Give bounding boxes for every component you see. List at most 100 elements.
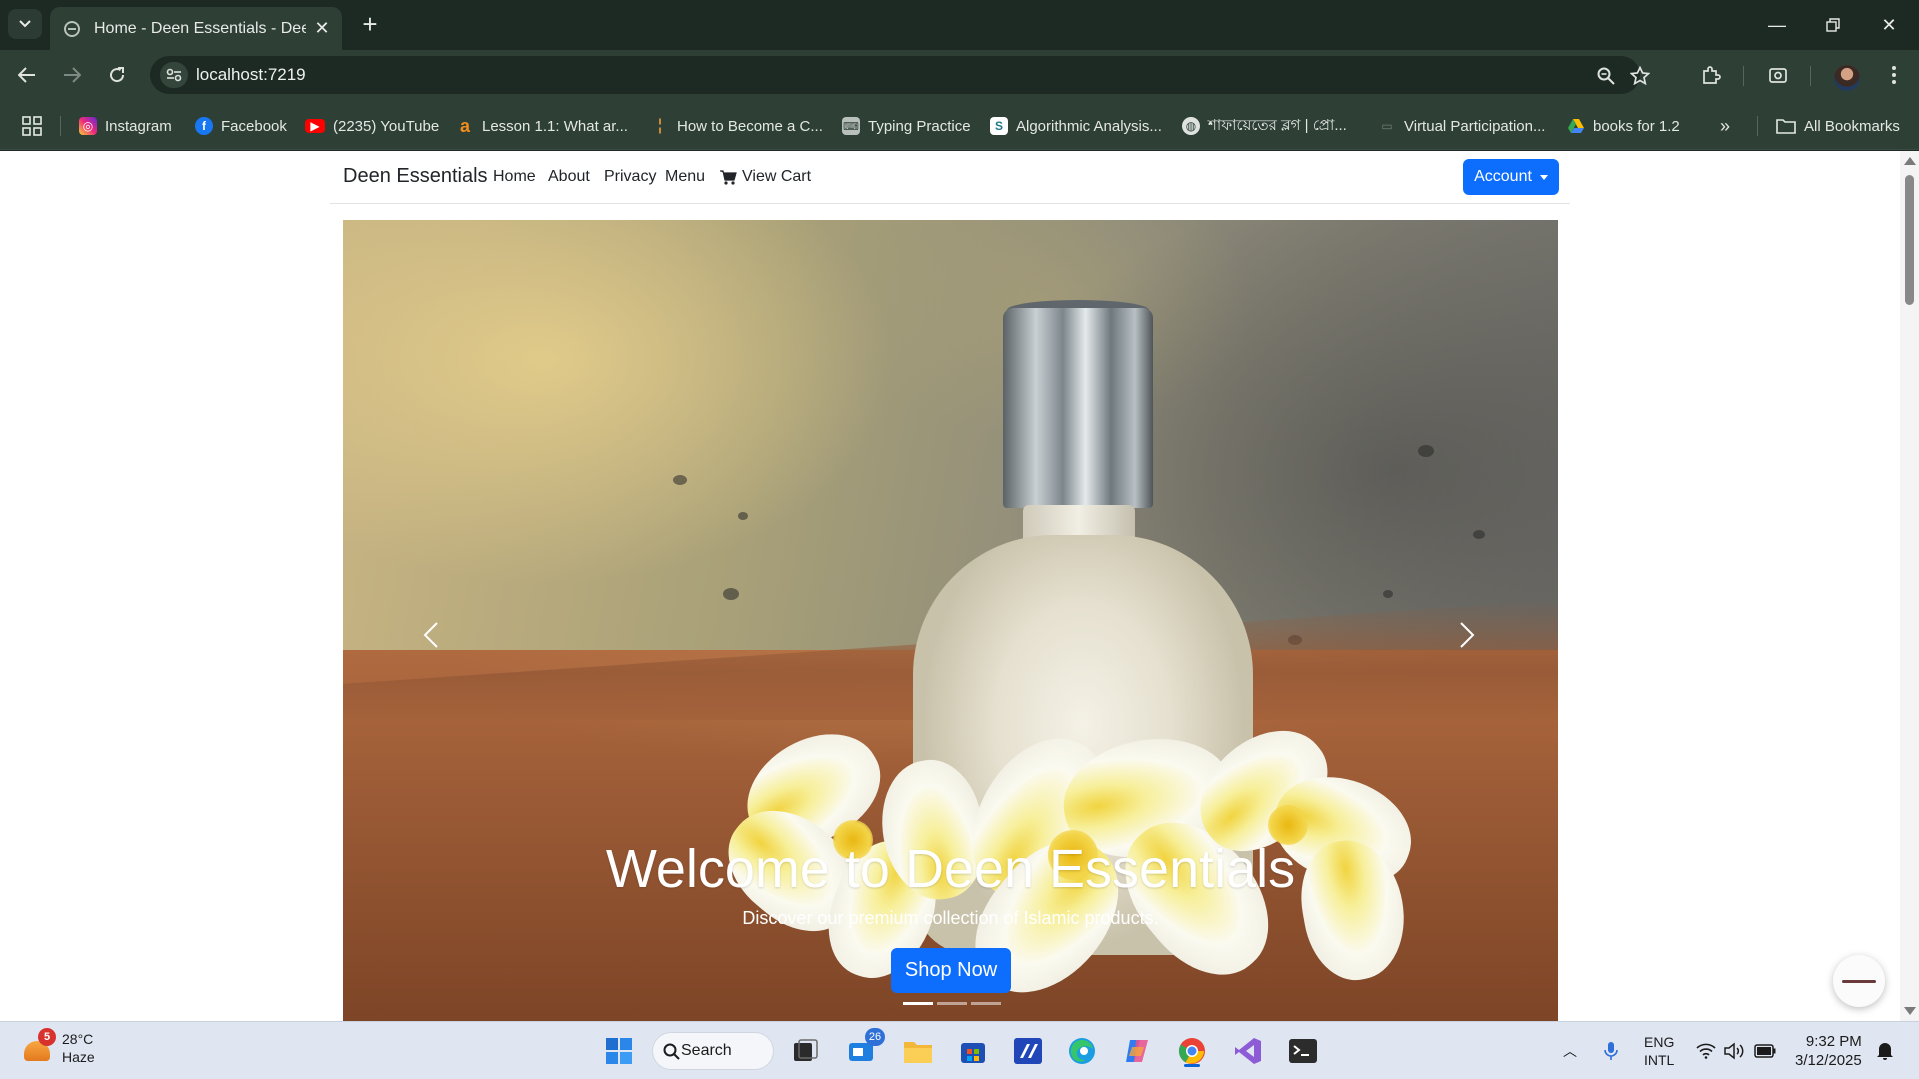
file-explorer-button[interactable] [899,1032,937,1070]
apps-grid-icon[interactable] [22,114,42,138]
nav-about[interactable]: About [548,168,590,186]
all-bookmarks-label: All Bookmarks [1804,117,1900,135]
nav-privacy[interactable]: Privacy [604,168,656,186]
carousel-indicator-3[interactable] [971,1002,1001,1005]
scribd-icon: S [990,117,1008,135]
store-button[interactable] [954,1032,992,1070]
close-tab-icon[interactable]: ✕ [312,18,332,39]
bookmark-facebook[interactable]: f Facebook [195,114,287,138]
page-scrollbar[interactable] [1900,151,1919,1021]
bookmark-algorithmic-analysis[interactable]: S Algorithmic Analysis... [990,114,1162,138]
bookmark-youtube[interactable]: ▶ (2235) YouTube [305,114,439,138]
minimize-button[interactable]: — [1754,10,1800,40]
carousel-prev-button[interactable] [411,615,451,655]
floating-chat-widget[interactable] [1833,955,1885,1007]
carousel-indicator-2[interactable] [937,1002,967,1005]
copilot-icon [1126,1040,1148,1062]
show-hidden-icons-chevron-icon[interactable]: ︿ [1563,1041,1577,1061]
vscode-like-app-button[interactable] [1009,1032,1047,1070]
bottle-cap [1003,308,1153,508]
forward-button[interactable] [57,60,87,90]
address-bar[interactable]: localhost:7219 [150,56,1650,94]
search-label: Search [681,1042,732,1059]
bookmark-books[interactable]: books for 1.2 [1567,114,1680,138]
bookmark-label: books for 1.2 [1593,117,1680,135]
wall-texture [1473,530,1485,539]
edge-button[interactable] [1063,1032,1101,1070]
notification-bell-icon[interactable] [1876,1022,1894,1079]
hero-carousel: Welcome to Deen Essentials Discover our … [343,220,1558,1021]
search-icon [663,1043,680,1060]
chrome-button[interactable] [1173,1032,1211,1070]
all-bookmarks-button[interactable]: All Bookmarks [1776,114,1900,138]
wall-texture [723,588,739,600]
visual-studio-icon [1235,1038,1261,1064]
wall-texture [1383,590,1393,598]
carousel-next-button[interactable] [1447,615,1487,655]
visual-studio-button[interactable] [1229,1032,1267,1070]
start-button[interactable] [600,1032,638,1070]
terminal-button[interactable] [1284,1032,1322,1070]
tab-title: Home - Deen Essentials - Deen [94,19,306,37]
task-view-button[interactable] [787,1032,825,1070]
battery-icon[interactable] [1754,1022,1776,1079]
bookmark-instagram[interactable]: ◎ Instagram [79,114,172,138]
nav-menu[interactable]: Menu [665,168,705,186]
bookmarks-bar: ◎ Instagram f Facebook ▶ (2235) YouTube … [0,100,1919,150]
restore-button[interactable] [1810,10,1856,40]
more-menu-icon[interactable] [1880,61,1908,89]
widgets-button[interactable]: 26 [843,1028,885,1070]
close-window-button[interactable]: ✕ [1866,10,1912,40]
volume-icon[interactable] [1724,1022,1746,1079]
back-button[interactable] [12,60,42,90]
nav-view-cart[interactable]: View Cart [720,168,811,186]
bookmark-how-to-become[interactable]: ¦ How to Become a C... [651,114,823,138]
youtube-icon: ▶ [305,119,325,133]
windows-taskbar: 5 28°C Haze Search 26 ︿ ENG INTL 9:32 PM… [0,1021,1919,1079]
bookmark-typing-practice[interactable]: ⌨ Typing Practice [842,114,971,138]
new-tab-button[interactable]: + [355,10,385,40]
bookmark-label: (2235) YouTube [333,117,440,135]
bookmark-virtual-participation[interactable]: ▭ Virtual Participation... [1378,114,1545,138]
scroll-down-arrow-icon[interactable] [1904,1007,1916,1015]
chevron-left-icon [423,622,438,648]
input-language[interactable]: ENG INTL [1644,1022,1674,1079]
weather-temp: 28°C [62,1031,94,1047]
scrollbar-thumb[interactable] [1905,175,1914,305]
chrome-icon [1178,1038,1205,1064]
carousel-indicator-1[interactable] [903,1002,933,1005]
taskbar-search[interactable]: Search [652,1032,774,1070]
tab-search-button[interactable] [8,9,42,39]
copilot-button[interactable] [1118,1032,1156,1070]
bookmark-label: Facebook [221,117,287,135]
zoom-icon[interactable] [1594,64,1618,88]
microphone-icon[interactable] [1604,1022,1618,1079]
bookmark-star-icon[interactable] [1628,64,1652,88]
browser-toolbar: localhost:7219 [0,50,1919,100]
browser-tab-active[interactable]: Home - Deen Essentials - Deen ✕ [50,7,342,50]
clock[interactable]: 9:32 PM 3/12/2025 [1795,1022,1862,1079]
bookmark-label: Instagram [105,117,172,135]
more-bookmarks-chevron-icon[interactable]: » [1720,114,1730,138]
nav-home[interactable]: Home [493,168,536,186]
site-brand[interactable]: Deen Essentials [343,165,488,188]
shop-now-button[interactable]: Shop Now [891,948,1011,993]
account-dropdown-button[interactable]: Account [1463,159,1559,195]
windows-logo-icon [606,1038,632,1064]
site-info-icon[interactable] [160,62,188,88]
extensions-icon[interactable] [1697,61,1725,89]
weather-icon: 5 [20,1028,56,1065]
widgets-badge: 26 [865,1028,885,1046]
profile-avatar[interactable] [1834,65,1860,91]
screenshot-icon[interactable] [1764,61,1792,89]
scroll-up-arrow-icon[interactable] [1904,157,1916,165]
cart-label: View Cart [742,168,812,185]
bookmark-shafaet-blog[interactable]: ◍ শাফায়েতের ব্লগ | প্রো... [1182,114,1347,138]
cart-icon [720,169,737,185]
arrow-left-icon [18,67,35,83]
bookmark-lesson[interactable]: a Lesson 1.1: What ar... [456,114,628,138]
folder-icon [904,1042,932,1063]
wifi-icon[interactable] [1696,1022,1716,1079]
weather-widget[interactable]: 5 28°C Haze [20,1028,95,1066]
reload-button[interactable] [102,60,132,90]
